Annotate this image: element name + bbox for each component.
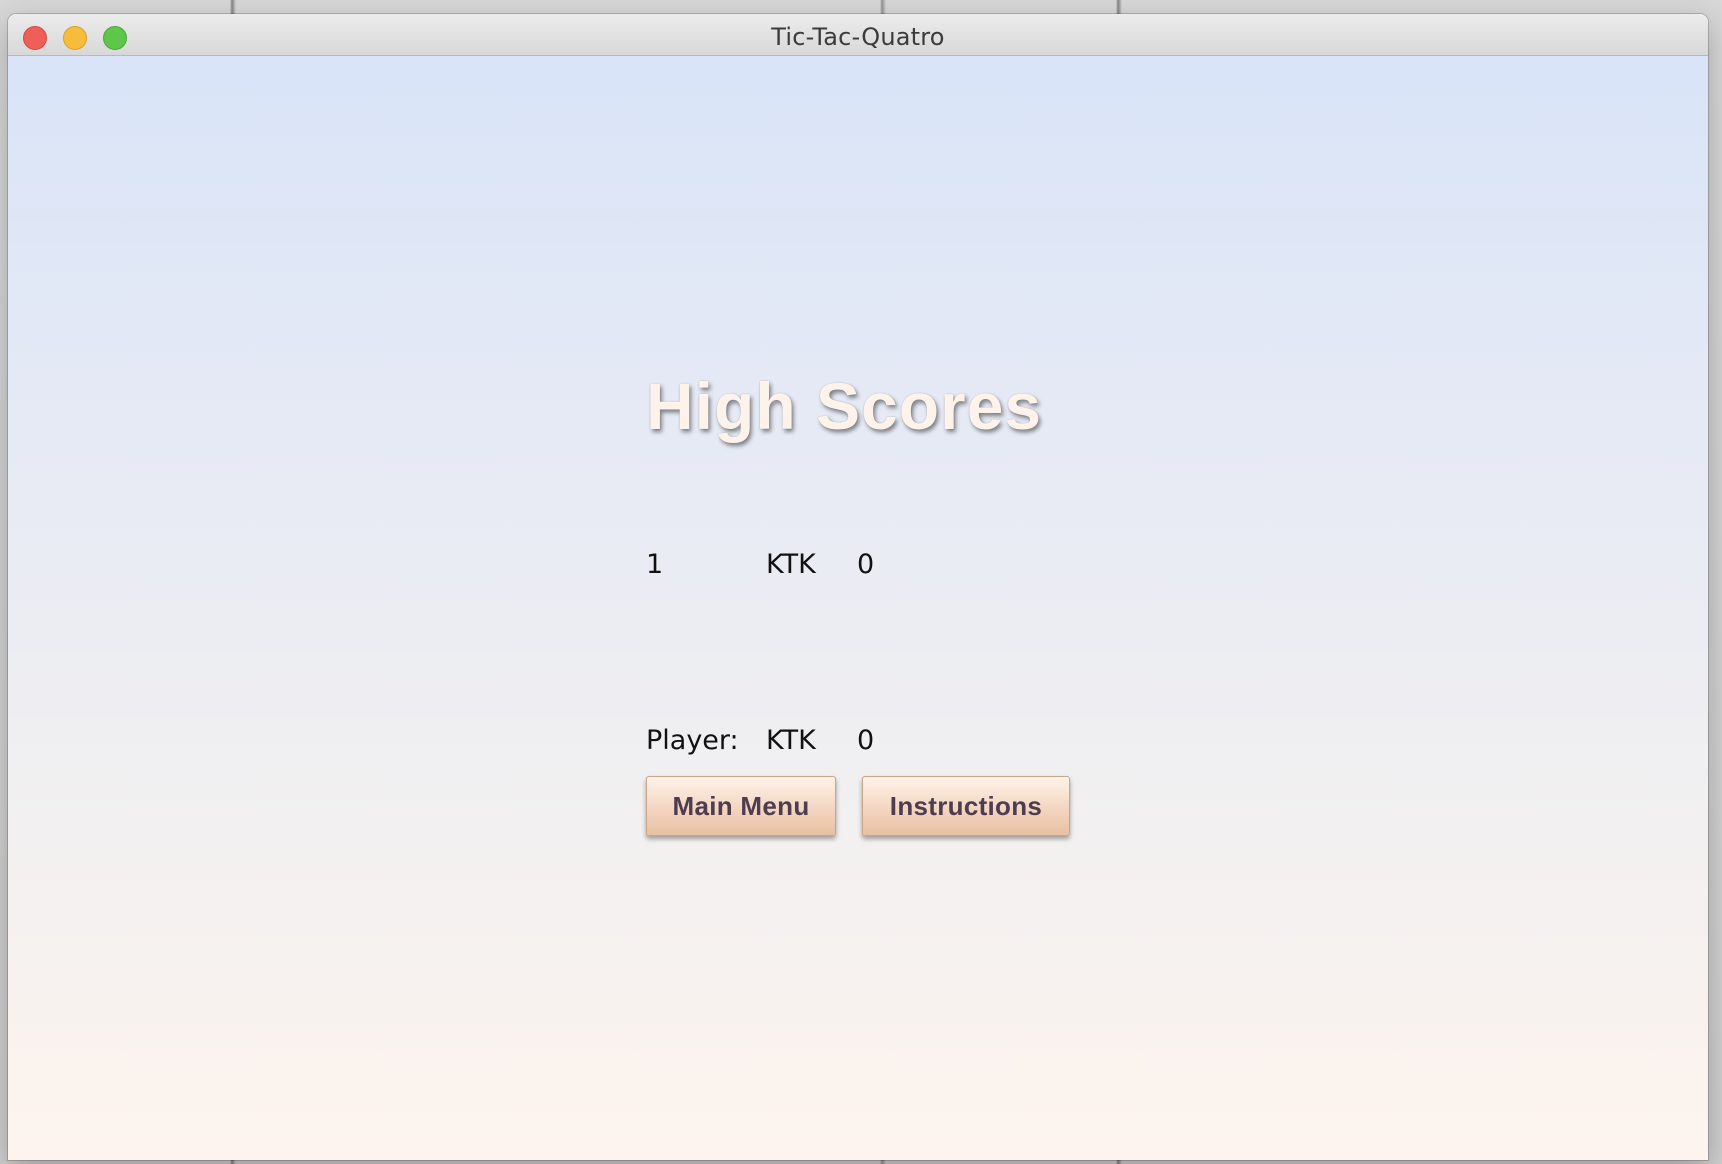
- score-rank: 1: [646, 549, 664, 580]
- high-scores-panel: High Scores 1 KTK 0 Player: KTK 0 Main M…: [646, 366, 1086, 836]
- app-window: Tic-Tac-Quatro High Scores 1 KTK 0 Playe…: [8, 14, 1708, 1160]
- player-score: 0: [857, 725, 875, 756]
- title-bar[interactable]: Tic-Tac-Quatro: [8, 14, 1708, 56]
- current-player-row: Player: KTK 0: [646, 725, 1086, 759]
- button-bar: Main Menu Instructions: [646, 776, 1086, 840]
- score-player-name: KTK: [766, 549, 816, 580]
- instructions-button[interactable]: Instructions: [862, 776, 1070, 836]
- score-value: 0: [857, 549, 875, 580]
- window-title: Tic-Tac-Quatro: [771, 23, 945, 51]
- player-label: Player:: [646, 725, 739, 756]
- main-menu-button[interactable]: Main Menu: [646, 776, 836, 836]
- player-name: KTK: [766, 725, 816, 756]
- score-entry-row: 1 KTK 0: [646, 549, 1086, 583]
- page-title: High Scores: [646, 369, 1043, 443]
- high-scores-screen: High Scores 1 KTK 0 Player: KTK 0 Main M…: [8, 56, 1708, 1160]
